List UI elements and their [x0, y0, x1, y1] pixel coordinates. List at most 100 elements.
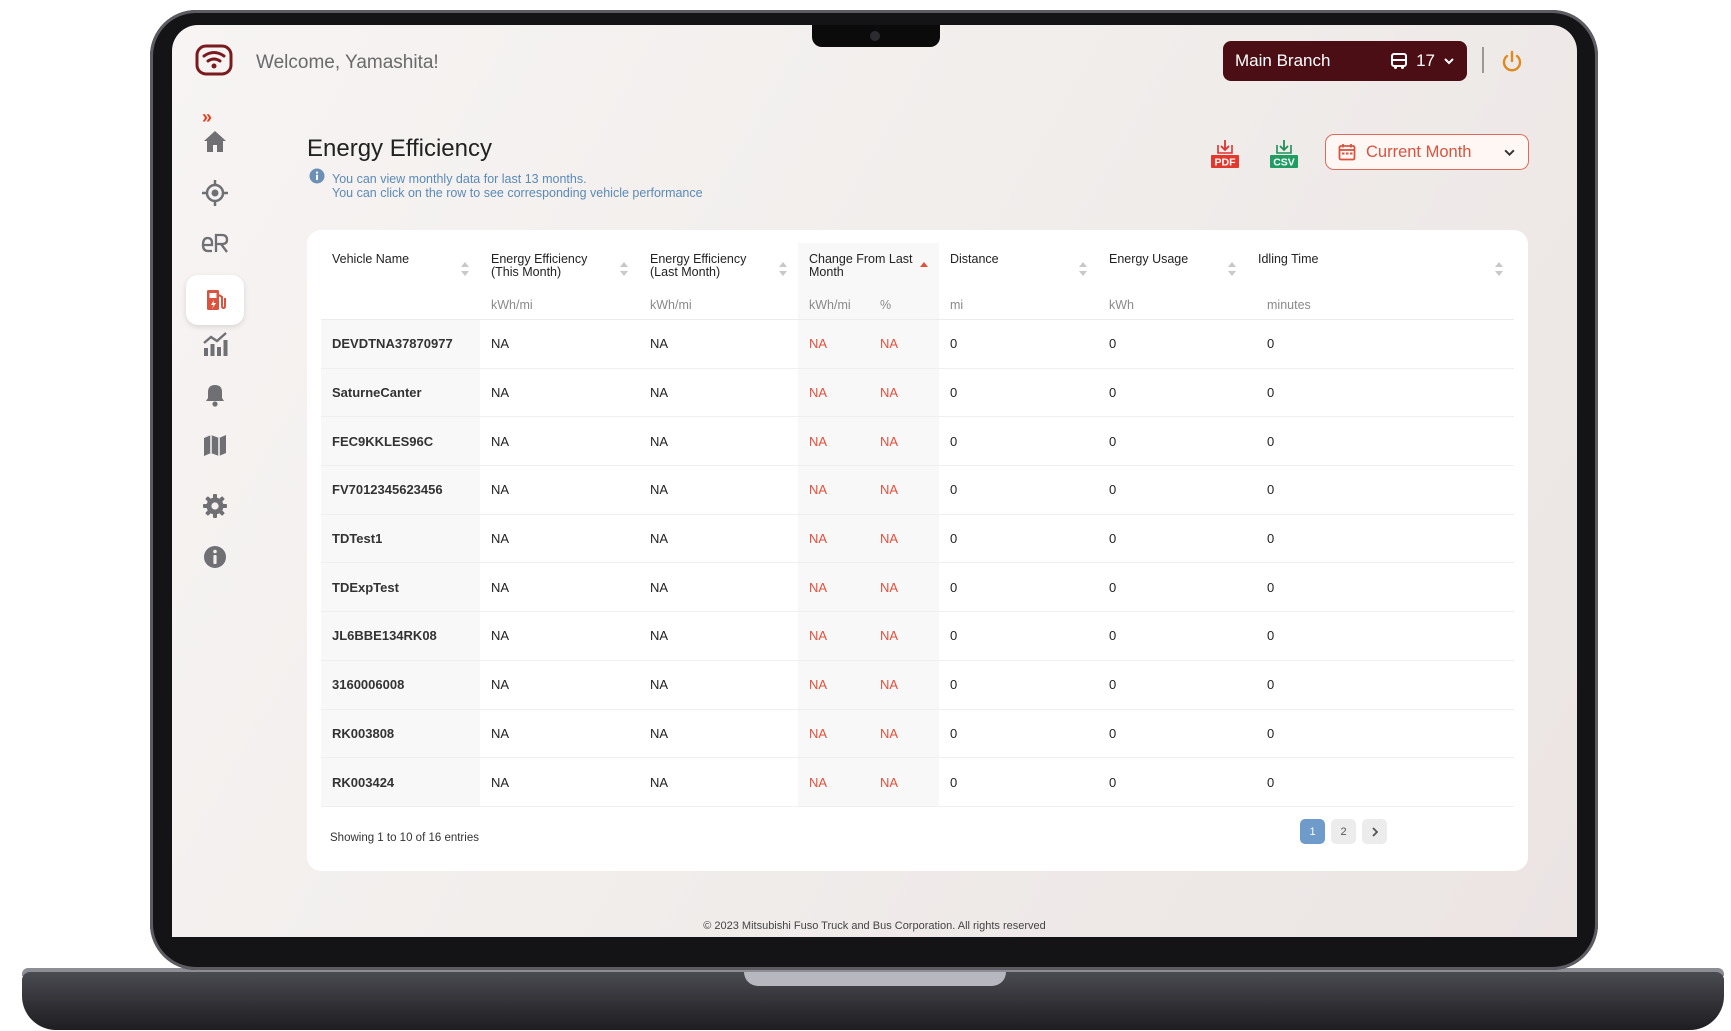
welcome-text: Welcome, Yamashita! [256, 52, 439, 73]
cell-dist: 0 [939, 416, 1098, 467]
unit-cell: % [869, 291, 939, 320]
sort-icon[interactable] [778, 260, 788, 278]
cell-idle: 0 [1247, 709, 1514, 759]
copyright-text: © 2023 Mitsubishi Fuso Truck and Bus Cor… [703, 920, 1046, 932]
header-divider [1482, 47, 1484, 73]
chevron-down-icon [1444, 58, 1454, 65]
vehicle-count-group: 17 [1390, 51, 1455, 71]
home-icon[interactable] [186, 119, 244, 163]
ev-charging-icon[interactable] [186, 275, 244, 325]
sort-icon[interactable] [619, 260, 629, 278]
app-logo-icon[interactable] [194, 43, 234, 77]
power-icon[interactable] [1499, 49, 1525, 75]
column-header-vehicle-name[interactable]: Vehicle Name [321, 243, 480, 291]
cell-dist: 0 [939, 757, 1098, 807]
cell-this: NA [480, 319, 639, 369]
cell-dist: 0 [939, 319, 1098, 369]
table-row[interactable]: TDTest1 NA NA NA NA 0 0 0 [321, 514, 1514, 564]
sort-icon[interactable] [1227, 260, 1237, 278]
page-button-1[interactable]: 1 [1300, 819, 1325, 844]
cell-pct: NA [869, 368, 939, 418]
column-header-label: Energy Usage [1109, 252, 1189, 266]
sort-icon[interactable] [1078, 260, 1088, 278]
cell-name: 3160006008 [321, 660, 480, 710]
column-header-label: Distance [950, 252, 999, 266]
column-header-change-from-last-month[interactable]: Change From Last Month [798, 243, 939, 291]
sort-icon[interactable] [460, 260, 470, 278]
branch-selector[interactable]: Main Branch 17 [1223, 41, 1467, 81]
cell-idle: 0 [1247, 416, 1514, 467]
table-row[interactable]: DEVDTNA37870977 NA NA NA NA 0 0 0 [321, 319, 1514, 369]
chevron-right-icon [1371, 826, 1378, 837]
table-row[interactable]: 3160006008 NA NA NA NA 0 0 0 [321, 660, 1514, 710]
cell-name: SaturneCanter [321, 368, 480, 418]
bus-icon [1391, 53, 1408, 69]
next-page-button[interactable] [1362, 819, 1387, 844]
csv-label: CSV [1273, 157, 1295, 169]
cell-this: NA [480, 368, 639, 418]
cell-dist: 0 [939, 514, 1098, 564]
app-screen: Welcome, Yamashita! Main Branch 17 » Ene… [172, 25, 1577, 937]
table-row[interactable]: SaturneCanter NA NA NA NA 0 0 0 [321, 368, 1514, 418]
column-header-efficiency-this-month[interactable]: Energy Efficiency (This Month) [480, 243, 639, 291]
csv-download-button[interactable]: CSV [1267, 138, 1301, 172]
period-selector[interactable]: Current Month [1325, 134, 1529, 170]
map-icon[interactable] [186, 423, 244, 467]
calendar-icon [1338, 144, 1356, 161]
table-header-row: Vehicle Name Energy Efficiency (This Month… [321, 243, 1514, 291]
cell-pct: NA [869, 757, 939, 807]
cell-pct: NA [869, 319, 939, 369]
location-icon[interactable] [186, 171, 244, 215]
sort-icon[interactable] [1494, 260, 1504, 278]
info-icon[interactable] [186, 535, 244, 579]
pdf-download-button[interactable]: PDF [1208, 138, 1242, 172]
column-header-energy-usage[interactable]: Energy Usage [1098, 243, 1247, 291]
analytics-icon[interactable] [186, 322, 244, 366]
column-header-distance[interactable]: Distance [939, 243, 1098, 291]
column-header-idling-time[interactable]: Idling Time [1247, 243, 1514, 291]
cell-name: FV7012345623456 [321, 465, 480, 515]
cell-last: NA [639, 416, 798, 467]
page-title: Energy Efficiency [307, 135, 492, 162]
cell-usage: 0 [1098, 709, 1247, 759]
info-circle-icon [309, 168, 325, 184]
cell-chg: NA [798, 562, 869, 613]
cell-idle: 0 [1247, 757, 1514, 807]
table-row[interactable]: JL6BBE134RK08 NA NA NA NA 0 0 0 [321, 611, 1514, 661]
cell-last: NA [639, 562, 798, 613]
unit-cell: minutes [1247, 291, 1514, 320]
table-row[interactable]: RK003424 NA NA NA NA 0 0 0 [321, 757, 1514, 807]
cell-last: NA [639, 319, 798, 369]
energy-report-icon[interactable] [186, 221, 244, 265]
cell-usage: 0 [1098, 562, 1247, 613]
cell-dist: 0 [939, 465, 1098, 515]
pagination-summary: Showing 1 to 10 of 16 entries [330, 832, 479, 844]
sort-icon[interactable] [919, 260, 929, 278]
cell-usage: 0 [1098, 660, 1247, 710]
hint-text-line-1: You can view monthly data for last 13 mo… [332, 172, 587, 186]
column-header-efficiency-last-month[interactable]: Energy Efficiency (Last Month) [639, 243, 798, 291]
table-row[interactable]: RK003808 NA NA NA NA 0 0 0 [321, 709, 1514, 759]
unit-cell: kWh/mi [480, 291, 639, 320]
table-row[interactable]: FEC9KKLES96C NA NA NA NA 0 0 0 [321, 416, 1514, 467]
column-header-label: Change From Last [809, 252, 913, 266]
cell-chg: NA [798, 368, 869, 418]
cell-name: DEVDTNA37870977 [321, 319, 480, 369]
column-header-label: Idling Time [1258, 252, 1319, 266]
column-header-label-line2: Month [809, 265, 844, 279]
data-table-card: Vehicle Name Energy Efficiency (This Month… [307, 230, 1528, 871]
cell-pct: NA [869, 562, 939, 613]
cell-name: TDExpTest [321, 562, 480, 613]
cell-name: TDTest1 [321, 514, 480, 564]
cell-usage: 0 [1098, 514, 1247, 564]
page-button-2[interactable]: 2 [1331, 819, 1356, 844]
cell-dist: 0 [939, 368, 1098, 418]
table-row[interactable]: TDExpTest NA NA NA NA 0 0 0 [321, 562, 1514, 613]
settings-icon[interactable] [186, 484, 244, 528]
bell-icon[interactable] [186, 372, 244, 416]
table-row[interactable]: FV7012345623456 NA NA NA NA 0 0 0 [321, 465, 1514, 515]
cell-idle: 0 [1247, 514, 1514, 564]
cell-pct: NA [869, 465, 939, 515]
cell-chg: NA [798, 319, 869, 369]
cell-usage: 0 [1098, 416, 1247, 467]
